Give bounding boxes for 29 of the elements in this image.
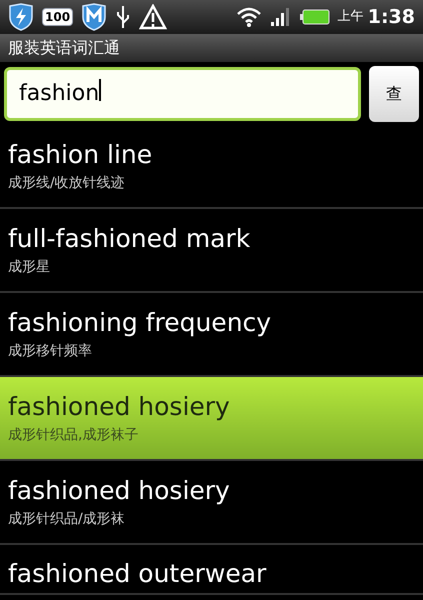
shield-icon — [8, 3, 34, 31]
term-text: fashioned hosiery — [8, 475, 231, 507]
result-item[interactable]: fashioned hosiery 成形针织品/成形袜 — [0, 461, 423, 545]
result-item[interactable]: fashioned outerwear — [0, 545, 423, 595]
usb-icon — [115, 4, 132, 30]
meaning-text: 成形针织品/成形袜 — [8, 510, 126, 529]
search-button[interactable]: 查 — [369, 66, 419, 122]
battery-icon — [300, 9, 330, 25]
battery-badge: 100 — [42, 8, 74, 26]
result-item[interactable]: full-fashioned mark 成形星 — [0, 209, 423, 293]
meaning-text: 成形星 — [8, 258, 51, 277]
search-field[interactable]: fashion — [4, 66, 361, 120]
wifi-icon — [236, 6, 262, 28]
term-text: full-fashioned mark — [8, 223, 252, 255]
am-pm-label: 上午 — [338, 8, 364, 26]
meaning-text: 成形线/收放针线迹 — [8, 174, 126, 193]
meaning-text: 成形移针频率 — [8, 342, 93, 361]
signal-icon — [270, 7, 292, 27]
term-text: fashioning frequency — [8, 307, 272, 339]
term-text: fashioned outerwear — [8, 558, 268, 590]
meaning-text: 成形针织品,成形袜子 — [8, 426, 140, 445]
app-title: 服装英语词汇通 — [8, 37, 120, 59]
clock: 1:38 — [368, 4, 415, 30]
result-item[interactable]: fashion line 成形线/收放针线迹 — [0, 125, 423, 209]
term-text: fashion line — [8, 139, 154, 171]
term-text: fashioned hosiery — [8, 391, 231, 423]
result-item[interactable]: fashioned hosiery 成形针织品,成形袜子 — [0, 377, 423, 461]
warning-icon — [139, 4, 168, 30]
shield-icon — [81, 3, 108, 31]
